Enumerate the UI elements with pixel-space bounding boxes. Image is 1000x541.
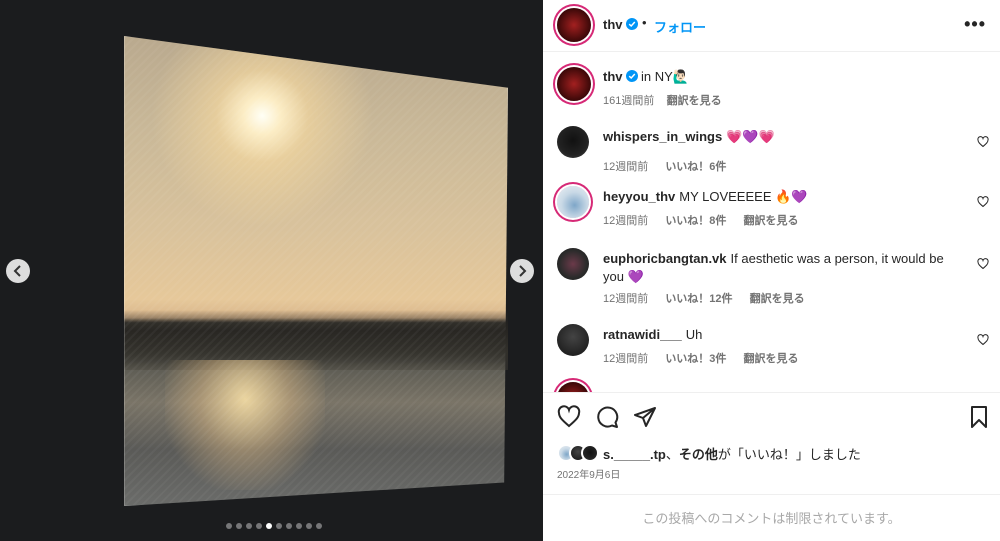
comment-likes[interactable]: いいね！6件 <box>665 161 726 173</box>
more-options-icon[interactable]: ••• <box>964 14 986 35</box>
comment-likes[interactable]: いいね！3件 <box>665 353 726 365</box>
likes-connector: 、 <box>665 446 679 462</box>
comment-body: euphoricbangtan.vk If aesthetic was a per… <box>603 250 963 286</box>
post-date: 2022年9月6日 <box>557 470 621 481</box>
author-username[interactable]: thv <box>603 17 638 32</box>
caption-translate-link[interactable]: 翻訳を見る <box>667 95 722 107</box>
comment-text: MY LOVEEEEE 🔥💜 <box>679 189 808 204</box>
carousel-dot <box>316 523 322 529</box>
like-heart-icon[interactable] <box>557 405 581 429</box>
carousel-dot <box>296 523 302 529</box>
heart-icon[interactable] <box>977 196 989 208</box>
carousel-dot <box>276 523 282 529</box>
comment-text: 💗💜💗 <box>726 129 775 144</box>
comment-meta: 12週間前 いいね！6件 <box>603 158 740 174</box>
post-media <box>0 0 543 541</box>
likes-others-link[interactable]: その他 <box>679 447 718 462</box>
comment-meta: 12週間前 いいね！8件 翻訳を見る <box>603 212 813 228</box>
comment-item-partial <box>543 382 1000 392</box>
chevron-right-icon <box>519 265 527 277</box>
comment-meta: 12週間前 いいね！12件 翻訳を見る <box>603 290 819 306</box>
carousel-dot <box>246 523 252 529</box>
verified-icon <box>625 70 638 82</box>
carousel-dot <box>236 523 242 529</box>
comment-likes[interactable]: いいね！8件 <box>665 215 726 227</box>
comment-username[interactable]: heyyou_thv <box>603 189 675 204</box>
comments-list[interactable]: whispers_in_wings 💗💜💗 12週間前 いいね！6件 heyyou… <box>543 120 1000 392</box>
comment-time: 12週間前 <box>603 293 649 305</box>
comment-text: Uh <box>685 327 703 342</box>
follow-button[interactable]: フォロー <box>654 17 706 36</box>
heart-icon[interactable] <box>977 258 989 270</box>
comment-body: heyyou_thv MY LOVEEEEE 🔥💜 <box>603 188 963 206</box>
separator-dot: • <box>642 15 647 30</box>
comment-avatar[interactable] <box>557 186 589 218</box>
comment-avatar[interactable] <box>557 324 589 356</box>
comment-username[interactable]: ratnawidi___ <box>603 327 682 342</box>
verified-icon <box>625 18 638 30</box>
comment-item: ratnawidi___ Uh 12週間前 いいね！3件 翻訳を見る <box>543 324 1000 384</box>
comment-meta: 12週間前 いいね！3件 翻訳を見る <box>603 350 813 366</box>
carousel-dot <box>286 523 292 529</box>
caption-avatar[interactable] <box>557 67 591 101</box>
comment-translate-link[interactable]: 翻訳を見る <box>744 353 799 365</box>
caption-username[interactable]: thv <box>603 69 638 84</box>
share-send-icon[interactable] <box>633 405 657 429</box>
comment-time: 12週間前 <box>603 215 649 227</box>
carousel-prev-button[interactable] <box>6 259 30 283</box>
caption-time: 161週間前 <box>603 95 655 107</box>
carousel-dot <box>266 523 272 529</box>
comment-avatar[interactable] <box>557 382 589 392</box>
liker-avatar[interactable] <box>581 444 599 462</box>
likes-text: s._____.tp、その他が「いいね！」しました <box>603 444 861 463</box>
carousel-dot <box>306 523 312 529</box>
carousel-dot <box>226 523 232 529</box>
avatar[interactable] <box>557 8 591 42</box>
post-header: thv • フォロー ••• <box>543 0 1000 52</box>
caption-text: in NY🙋🏻‍♂️ <box>641 69 689 84</box>
comment-bubble-icon[interactable] <box>595 405 619 429</box>
comment-item: heyyou_thv MY LOVEEEEE 🔥💜 12週間前 いいね！8件 翻訳… <box>543 186 1000 246</box>
photo-overlay <box>124 36 508 506</box>
comment-item: euphoricbangtan.vk If aesthetic was a per… <box>543 248 1000 308</box>
post-caption: thv in NY🙋🏻‍♂️ 161週間前 翻訳を見る <box>543 55 1000 115</box>
heart-icon[interactable] <box>977 136 989 148</box>
comments-restricted-notice: この投稿へのコメントは制限されています。 <box>543 494 1000 541</box>
caption-meta: 161週間前 翻訳を見る <box>603 92 722 108</box>
comment-avatar[interactable] <box>557 248 589 280</box>
comment-username[interactable]: whispers_in_wings <box>603 129 722 144</box>
carousel-dots <box>226 523 322 529</box>
comment-translate-link[interactable]: 翻訳を見る <box>750 293 805 305</box>
comment-avatar[interactable] <box>557 126 589 158</box>
comment-username[interactable]: euphoricbangtan.vk <box>603 251 727 266</box>
heart-icon[interactable] <box>977 334 989 346</box>
post-sidebar: thv • フォロー ••• thv in NY🙋🏻‍♂️ 161週間前 翻訳を… <box>543 0 1000 541</box>
likes-suffix: が「いいね！」しました <box>717 446 861 462</box>
carousel-next-button[interactable] <box>510 259 534 283</box>
liker-username[interactable]: s._____.tp <box>603 447 666 462</box>
save-bookmark-icon[interactable] <box>967 405 991 429</box>
comment-time: 12週間前 <box>603 161 649 173</box>
comment-translate-link[interactable]: 翻訳を見る <box>744 215 799 227</box>
comment-likes[interactable]: いいね！12件 <box>665 293 732 305</box>
comment-body: whispers_in_wings 💗💜💗 <box>603 128 963 146</box>
carousel-dot <box>256 523 262 529</box>
post-actions: s._____.tp、その他が「いいね！」しました 2022年9月6日 この投稿… <box>543 392 1000 541</box>
chevron-left-icon <box>13 265 21 277</box>
likes-summary: s._____.tp、その他が「いいね！」しました <box>557 444 861 462</box>
comment-time: 12週間前 <box>603 353 649 365</box>
comment-item: whispers_in_wings 💗💜💗 12週間前 いいね！6件 <box>543 126 1000 186</box>
comment-body: ratnawidi___ Uh <box>603 326 963 344</box>
